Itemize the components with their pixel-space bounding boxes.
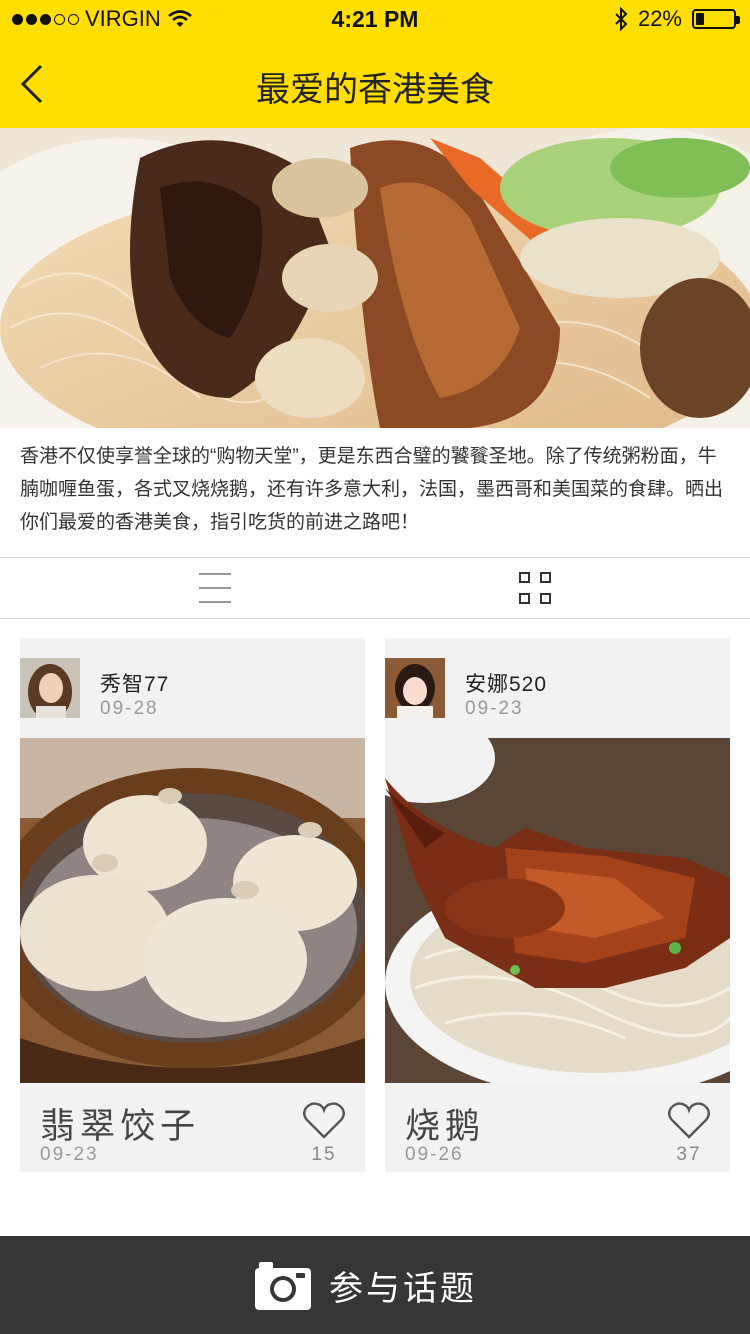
battery-percent: 22% <box>637 6 682 31</box>
post-card[interactable]: 安娜520 09-23 烧鹅 09-26 37 <box>385 638 730 1172</box>
page-title: 最爱的香港美食 <box>256 71 494 109</box>
battery-level <box>696 13 704 25</box>
status-right: 22% <box>614 6 740 32</box>
author-date: 09-23 <box>465 698 524 719</box>
avatar[interactable] <box>20 658 80 718</box>
post-author[interactable]: 安娜520 09-23 <box>385 638 730 738</box>
camera-icon <box>255 1262 311 1310</box>
author-date: 09-28 <box>100 698 159 719</box>
noodle-dish-photo <box>0 128 750 428</box>
heart-icon[interactable] <box>302 1100 346 1140</box>
avatar[interactable] <box>385 658 445 718</box>
join-topic-button[interactable]: 参与话题 <box>255 1258 477 1312</box>
author-name: 安娜520 <box>465 673 548 696</box>
dish-photo[interactable] <box>20 738 365 1083</box>
view-toggle-bar <box>0 557 750 619</box>
like-count: 37 <box>676 1144 702 1165</box>
dish-name: 翡翠饺子 <box>40 1107 201 1146</box>
heart-icon[interactable] <box>667 1100 711 1140</box>
list-view-icon[interactable] <box>199 572 231 604</box>
like-count: 15 <box>311 1144 337 1165</box>
dish-date: 09-26 <box>405 1144 464 1165</box>
dish-name: 烧鹅 <box>405 1107 486 1146</box>
battery-icon <box>692 9 740 29</box>
nav-bar: 最爱的香港美食 <box>0 40 750 128</box>
bottom-bar: 参与话题 <box>0 1236 750 1334</box>
battery-cap <box>736 16 740 24</box>
post-author[interactable]: 秀智77 09-28 <box>20 638 365 738</box>
join-topic-label: 参与话题 <box>329 1269 477 1308</box>
dish-photo[interactable] <box>385 738 730 1083</box>
topic-description: 香港不仅使享誉全球的“购物天堂”，更是东西合璧的饕餮圣地。除了传统粥粉面，牛腩咖… <box>20 446 724 533</box>
author-name: 秀智77 <box>100 673 170 696</box>
topic-cover-image <box>0 128 750 428</box>
grid-view-icon[interactable] <box>519 572 551 604</box>
status-bar: VIRGIN 4:21 PM 22% <box>0 0 750 40</box>
post-card[interactable]: 秀智77 09-28 翡翠饺子 09-23 15 <box>20 638 365 1172</box>
bluetooth-icon <box>615 7 628 31</box>
app-header: VIRGIN 4:21 PM 22% 最爱的香港美食 <box>0 0 750 128</box>
dish-date: 09-23 <box>40 1144 99 1165</box>
